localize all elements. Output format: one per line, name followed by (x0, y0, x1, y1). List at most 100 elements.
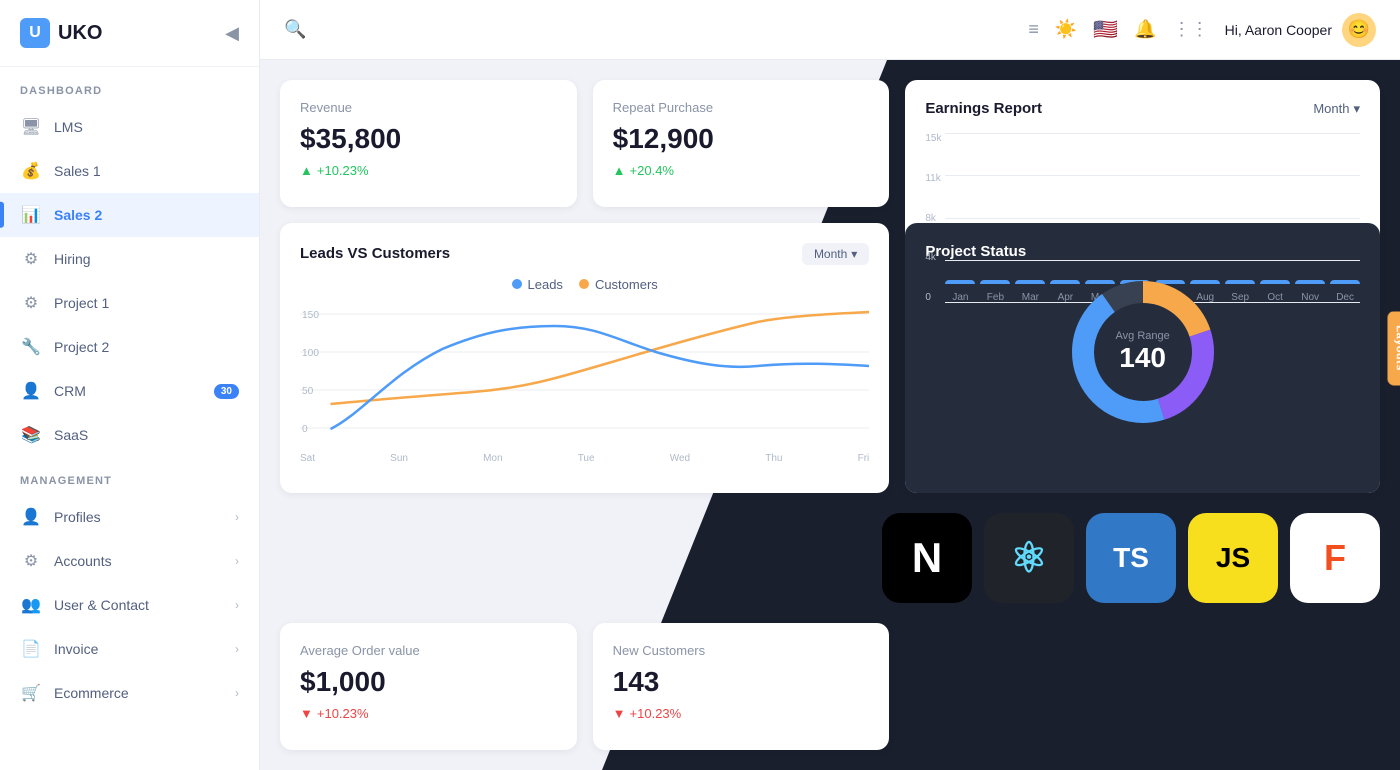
down-arrow-icon: ▼ (613, 706, 626, 721)
sidebar-item-label: User & Contact (54, 597, 149, 613)
sidebar-item-hiring[interactable]: ⚙ Hiring (0, 237, 259, 281)
leads-title: Leads VS Customers (300, 245, 450, 262)
crm-badge: 30 (214, 384, 239, 399)
flag-icon[interactable]: 🇺🇸 (1093, 17, 1118, 42)
leads-dot (512, 279, 522, 289)
sidebar-item-label: LMS (54, 119, 83, 135)
bar-jan: Jan (945, 280, 975, 303)
sidebar-item-accounts[interactable]: ⚙ Accounts › (0, 539, 259, 583)
sidebar-item-label: Project 1 (54, 295, 109, 311)
sidebar-item-usercontact[interactable]: 👥 User & Contact › (0, 583, 259, 627)
lms-icon: 🖥 (20, 116, 42, 138)
sidebar-item-invoice[interactable]: 📄 Invoice › (0, 627, 259, 671)
sidebar-item-lms[interactable]: 🖥 LMS (0, 105, 259, 149)
react-icon[interactable]: ⚛ (984, 513, 1074, 603)
section-dashboard: DASHBOARD (0, 67, 259, 105)
repeat-purchase-value: $12,900 (613, 123, 870, 155)
svg-text:100: 100 (302, 348, 319, 359)
up-arrow-icon: ▲ (613, 163, 626, 178)
typescript-icon[interactable]: TS (1086, 513, 1176, 603)
chevron-icon: › (235, 554, 239, 568)
revenue-value: $35,800 (300, 123, 557, 155)
user-greeting: Hi, Aaron Cooper (1225, 22, 1332, 38)
sidebar-item-sales1[interactable]: 💰 Sales 1 (0, 149, 259, 193)
y-label: 15k (925, 133, 941, 144)
legend-customers: Customers (579, 277, 658, 292)
donut-avg-value: 140 (1116, 342, 1170, 374)
sidebar-item-project2[interactable]: 🔧 Project 2 (0, 325, 259, 369)
bar-mar: Mar (1015, 280, 1045, 303)
leads-header: Leads VS Customers Month ▾ (300, 243, 869, 265)
ecommerce-icon: 🛒 (20, 682, 42, 704)
profiles-icon: 👤 (20, 506, 42, 528)
legend-leads: Leads (512, 277, 563, 292)
bar-nov: Nov (1295, 280, 1325, 303)
down-arrow-icon: ▼ (300, 706, 313, 721)
nextjs-icon[interactable]: N (882, 513, 972, 603)
donut-center: Avg Range 140 (1116, 330, 1170, 374)
leads-period-button[interactable]: Month ▾ (802, 243, 869, 265)
sidebar-item-label: Hiring (54, 251, 91, 267)
crm-icon: 👤 (20, 380, 42, 402)
layouts-tab[interactable]: Layouts (1388, 311, 1400, 385)
saas-icon: 📚 (20, 424, 42, 446)
earnings-header: Earnings Report Month ▾ (925, 100, 1360, 117)
collapse-button[interactable]: ◀ (225, 23, 239, 44)
new-customers-value: 143 (613, 666, 870, 698)
sidebar-item-label: Invoice (54, 641, 98, 657)
sidebar-item-saas[interactable]: 📚 SaaS (0, 413, 259, 457)
sidebar-item-label: Accounts (54, 553, 112, 569)
new-customers-change: ▼ +10.23% (613, 706, 870, 721)
avg-order-label: Average Order value (300, 643, 557, 658)
svg-text:150: 150 (302, 310, 319, 321)
sidebar-item-ecommerce[interactable]: 🛒 Ecommerce › (0, 671, 259, 715)
accounts-icon: ⚙ (20, 550, 42, 572)
earnings-period-select[interactable]: Month ▾ (1313, 101, 1360, 117)
revenue-change: ▲ +10.23% (300, 163, 557, 178)
menu-icon[interactable]: ≡ (1028, 19, 1039, 40)
hiring-icon: ⚙ (20, 248, 42, 270)
chevron-icon: › (235, 642, 239, 656)
chevron-icon: › (235, 510, 239, 524)
avg-order-value: $1,000 (300, 666, 557, 698)
avatar: 😊 (1342, 13, 1376, 47)
x-label-tue: Tue (578, 453, 595, 464)
new-customers-card: New Customers 143 ▼ +10.23% (593, 623, 890, 750)
content-area: Revenue $35,800 ▲ +10.23% Repeat Purchas… (260, 60, 1400, 770)
sidebar-item-label: Sales 2 (54, 207, 102, 223)
user-info[interactable]: Hi, Aaron Cooper 😊 (1225, 13, 1376, 47)
search-icon: 🔍 (284, 19, 306, 40)
sidebar-item-crm[interactable]: 👤 CRM 30 (0, 369, 259, 413)
figma-icon[interactable]: F (1290, 513, 1380, 603)
svg-text:0: 0 (302, 424, 308, 435)
donut-chart: Avg Range 140 (1063, 272, 1223, 432)
donut-avg-label: Avg Range (1116, 330, 1170, 342)
new-customers-label: New Customers (613, 643, 870, 658)
x-label-thu: Thu (765, 453, 782, 464)
chevron-down-icon: ▾ (1353, 101, 1360, 117)
tech-icons-row: N ⚛ TS JS F (280, 509, 1380, 608)
sidebar: U UKO ◀ DASHBOARD 🖥 LMS 💰 Sales 1 📊 Sale… (0, 0, 260, 770)
grid-icon[interactable]: ⋮⋮ (1173, 19, 1209, 40)
javascript-icon[interactable]: JS (1188, 513, 1278, 603)
earnings-title: Earnings Report (925, 100, 1042, 117)
x-label-mon: Mon (483, 453, 502, 464)
content-grid: Revenue $35,800 ▲ +10.23% Repeat Purchas… (260, 60, 1400, 770)
y-label: 8k (925, 213, 941, 224)
svg-text:50: 50 (302, 386, 314, 397)
sidebar-item-profiles[interactable]: 👤 Profiles › (0, 495, 259, 539)
repeat-purchase-change: ▲ +20.4% (613, 163, 870, 178)
x-label-fri: Fri (858, 453, 870, 464)
leads-vs-customers-card: Leads VS Customers Month ▾ Leads Custome… (280, 223, 889, 493)
search-box[interactable]: 🔍 (284, 19, 584, 40)
sidebar-logo: U UKO ◀ (0, 0, 259, 67)
bar-dec: Dec (1330, 280, 1360, 303)
sidebar-item-label: CRM (54, 383, 86, 399)
bar-sep: Sep (1225, 280, 1255, 303)
line-chart: 150 100 50 0 Sat Sun Mon Tue W (300, 304, 869, 464)
sidebar-item-sales2[interactable]: 📊 Sales 2 (0, 193, 259, 237)
notification-icon[interactable]: 🔔 (1134, 19, 1156, 40)
theme-icon[interactable]: ☀️ (1055, 19, 1077, 40)
sidebar-item-project1[interactable]: ⚙ Project 1 (0, 281, 259, 325)
sidebar-item-label: Profiles (54, 509, 101, 525)
